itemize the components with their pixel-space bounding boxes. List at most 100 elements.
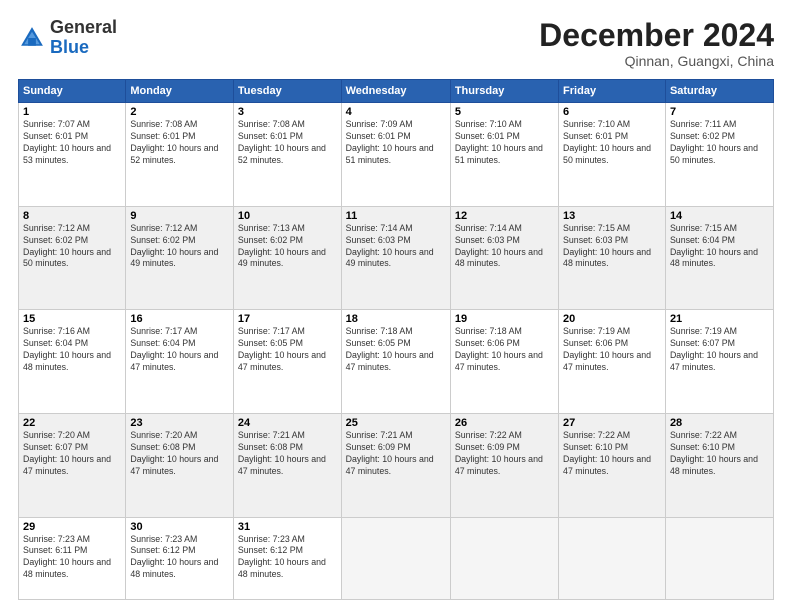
logo-text: General Blue bbox=[50, 18, 117, 58]
day-number: 17 bbox=[238, 313, 337, 325]
calendar-cell: 24Sunrise: 7:21 AMSunset: 6:08 PMDayligh… bbox=[233, 413, 341, 517]
logo-icon bbox=[18, 24, 46, 52]
day-info: Sunrise: 7:22 AMSunset: 6:10 PMDaylight:… bbox=[670, 430, 769, 478]
day-info: Sunrise: 7:14 AMSunset: 6:03 PMDaylight:… bbox=[455, 223, 554, 271]
day-of-week-header: Sunday bbox=[19, 80, 126, 103]
calendar-cell: 1Sunrise: 7:07 AMSunset: 6:01 PMDaylight… bbox=[19, 103, 126, 207]
logo-general: General bbox=[50, 17, 117, 37]
day-info: Sunrise: 7:16 AMSunset: 6:04 PMDaylight:… bbox=[23, 326, 121, 374]
day-info: Sunrise: 7:11 AMSunset: 6:02 PMDaylight:… bbox=[670, 119, 769, 167]
day-info: Sunrise: 7:17 AMSunset: 6:05 PMDaylight:… bbox=[238, 326, 337, 374]
calendar-cell: 31Sunrise: 7:23 AMSunset: 6:12 PMDayligh… bbox=[233, 517, 341, 599]
day-info: Sunrise: 7:21 AMSunset: 6:09 PMDaylight:… bbox=[346, 430, 446, 478]
day-info: Sunrise: 7:19 AMSunset: 6:06 PMDaylight:… bbox=[563, 326, 661, 374]
day-of-week-header: Friday bbox=[559, 80, 666, 103]
calendar-cell: 5Sunrise: 7:10 AMSunset: 6:01 PMDaylight… bbox=[450, 103, 558, 207]
calendar-week-row: 15Sunrise: 7:16 AMSunset: 6:04 PMDayligh… bbox=[19, 310, 774, 414]
day-number: 29 bbox=[23, 521, 121, 533]
calendar-table: SundayMondayTuesdayWednesdayThursdayFrid… bbox=[18, 79, 774, 600]
day-info: Sunrise: 7:18 AMSunset: 6:05 PMDaylight:… bbox=[346, 326, 446, 374]
day-number: 28 bbox=[670, 417, 769, 429]
day-info: Sunrise: 7:12 AMSunset: 6:02 PMDaylight:… bbox=[130, 223, 229, 271]
day-of-week-header: Thursday bbox=[450, 80, 558, 103]
day-number: 3 bbox=[238, 106, 337, 118]
calendar-cell: 27Sunrise: 7:22 AMSunset: 6:10 PMDayligh… bbox=[559, 413, 666, 517]
day-number: 30 bbox=[130, 521, 229, 533]
day-number: 14 bbox=[670, 210, 769, 222]
calendar-cell: 16Sunrise: 7:17 AMSunset: 6:04 PMDayligh… bbox=[126, 310, 234, 414]
day-number: 24 bbox=[238, 417, 337, 429]
calendar-cell bbox=[665, 517, 773, 599]
day-number: 27 bbox=[563, 417, 661, 429]
calendar-cell: 30Sunrise: 7:23 AMSunset: 6:12 PMDayligh… bbox=[126, 517, 234, 599]
day-info: Sunrise: 7:23 AMSunset: 6:11 PMDaylight:… bbox=[23, 534, 121, 582]
day-number: 20 bbox=[563, 313, 661, 325]
calendar-week-row: 8 Sunrise: 7:12 AMSunset: 6:02 PMDaylight… bbox=[19, 206, 774, 310]
calendar-header-row: SundayMondayTuesdayWednesdayThursdayFrid… bbox=[19, 80, 774, 103]
day-number: 11 bbox=[346, 210, 446, 222]
day-info: Sunrise: 7:15 AMSunset: 6:04 PMDaylight:… bbox=[670, 223, 769, 271]
page: General Blue December 2024 Qinnan, Guang… bbox=[0, 0, 792, 612]
day-number: 4 bbox=[346, 106, 446, 118]
day-info: Sunrise: 7:08 AMSunset: 6:01 PMDaylight:… bbox=[238, 119, 337, 167]
day-number: 25 bbox=[346, 417, 446, 429]
day-number: 21 bbox=[670, 313, 769, 325]
day-info: Sunrise: 7:09 AMSunset: 6:01 PMDaylight:… bbox=[346, 119, 446, 167]
calendar-cell: 14Sunrise: 7:15 AMSunset: 6:04 PMDayligh… bbox=[665, 206, 773, 310]
calendar-cell bbox=[341, 517, 450, 599]
calendar-cell bbox=[559, 517, 666, 599]
day-info: Sunrise: 7:21 AMSunset: 6:08 PMDaylight:… bbox=[238, 430, 337, 478]
calendar-cell: 8Sunrise: 7:12 AMSunset: 6:02 PMDaylight… bbox=[19, 206, 126, 310]
day-info: Sunrise: 7:18 AMSunset: 6:06 PMDaylight:… bbox=[455, 326, 554, 374]
calendar-cell: 15Sunrise: 7:16 AMSunset: 6:04 PMDayligh… bbox=[19, 310, 126, 414]
day-info: Sunrise: 7:14 AMSunset: 6:03 PMDaylight:… bbox=[346, 223, 446, 271]
day-info: Sunrise: 7:13 AMSunset: 6:02 PMDaylight:… bbox=[238, 223, 337, 271]
day-number: 10 bbox=[238, 210, 337, 222]
calendar-cell: 3Sunrise: 7:08 AMSunset: 6:01 PMDaylight… bbox=[233, 103, 341, 207]
day-info: Sunrise: 7:15 AMSunset: 6:03 PMDaylight:… bbox=[563, 223, 661, 271]
calendar-cell: 29Sunrise: 7:23 AMSunset: 6:11 PMDayligh… bbox=[19, 517, 126, 599]
calendar-cell: 9Sunrise: 7:12 AMSunset: 6:02 PMDaylight… bbox=[126, 206, 234, 310]
logo: General Blue bbox=[18, 18, 117, 58]
calendar-cell: 17Sunrise: 7:17 AMSunset: 6:05 PMDayligh… bbox=[233, 310, 341, 414]
day-number: 16 bbox=[130, 313, 229, 325]
day-number: 31 bbox=[238, 521, 337, 533]
day-number: 1 bbox=[23, 106, 121, 118]
calendar-cell: 7Sunrise: 7:11 AMSunset: 6:02 PMDaylight… bbox=[665, 103, 773, 207]
day-number: 9 bbox=[130, 210, 229, 222]
day-info: Sunrise: 7:20 AMSunset: 6:07 PMDaylight:… bbox=[23, 430, 121, 478]
calendar-cell: 25Sunrise: 7:21 AMSunset: 6:09 PMDayligh… bbox=[341, 413, 450, 517]
day-number: 8 bbox=[23, 210, 121, 222]
day-number: 19 bbox=[455, 313, 554, 325]
calendar-cell: 4Sunrise: 7:09 AMSunset: 6:01 PMDaylight… bbox=[341, 103, 450, 207]
day-of-week-header: Monday bbox=[126, 80, 234, 103]
calendar-cell: 11Sunrise: 7:14 AMSunset: 6:03 PMDayligh… bbox=[341, 206, 450, 310]
day-number: 23 bbox=[130, 417, 229, 429]
calendar-cell: 2Sunrise: 7:08 AMSunset: 6:01 PMDaylight… bbox=[126, 103, 234, 207]
day-info: Sunrise: 7:08 AMSunset: 6:01 PMDaylight:… bbox=[130, 119, 229, 167]
day-info: Sunrise: 7:23 AMSunset: 6:12 PMDaylight:… bbox=[130, 534, 229, 582]
calendar-cell: 28Sunrise: 7:22 AMSunset: 6:10 PMDayligh… bbox=[665, 413, 773, 517]
day-info: Sunrise: 7:10 AMSunset: 6:01 PMDaylight:… bbox=[455, 119, 554, 167]
calendar-cell: 23Sunrise: 7:20 AMSunset: 6:08 PMDayligh… bbox=[126, 413, 234, 517]
day-info: Sunrise: 7:17 AMSunset: 6:04 PMDaylight:… bbox=[130, 326, 229, 374]
calendar-week-row: 1Sunrise: 7:07 AMSunset: 6:01 PMDaylight… bbox=[19, 103, 774, 207]
day-number: 15 bbox=[23, 313, 121, 325]
day-number: 6 bbox=[563, 106, 661, 118]
location: Qinnan, Guangxi, China bbox=[539, 53, 774, 69]
calendar-cell: 6Sunrise: 7:10 AMSunset: 6:01 PMDaylight… bbox=[559, 103, 666, 207]
day-number: 5 bbox=[455, 106, 554, 118]
day-number: 22 bbox=[23, 417, 121, 429]
day-of-week-header: Wednesday bbox=[341, 80, 450, 103]
month-title: December 2024 bbox=[539, 18, 774, 53]
calendar-cell: 12Sunrise: 7:14 AMSunset: 6:03 PMDayligh… bbox=[450, 206, 558, 310]
day-number: 13 bbox=[563, 210, 661, 222]
calendar-cell: 22Sunrise: 7:20 AMSunset: 6:07 PMDayligh… bbox=[19, 413, 126, 517]
calendar-cell: 26Sunrise: 7:22 AMSunset: 6:09 PMDayligh… bbox=[450, 413, 558, 517]
day-info: Sunrise: 7:23 AMSunset: 6:12 PMDaylight:… bbox=[238, 534, 337, 582]
calendar-cell: 21Sunrise: 7:19 AMSunset: 6:07 PMDayligh… bbox=[665, 310, 773, 414]
day-number: 12 bbox=[455, 210, 554, 222]
day-info: Sunrise: 7:22 AMSunset: 6:10 PMDaylight:… bbox=[563, 430, 661, 478]
day-info: Sunrise: 7:10 AMSunset: 6:01 PMDaylight:… bbox=[563, 119, 661, 167]
calendar-cell: 10Sunrise: 7:13 AMSunset: 6:02 PMDayligh… bbox=[233, 206, 341, 310]
